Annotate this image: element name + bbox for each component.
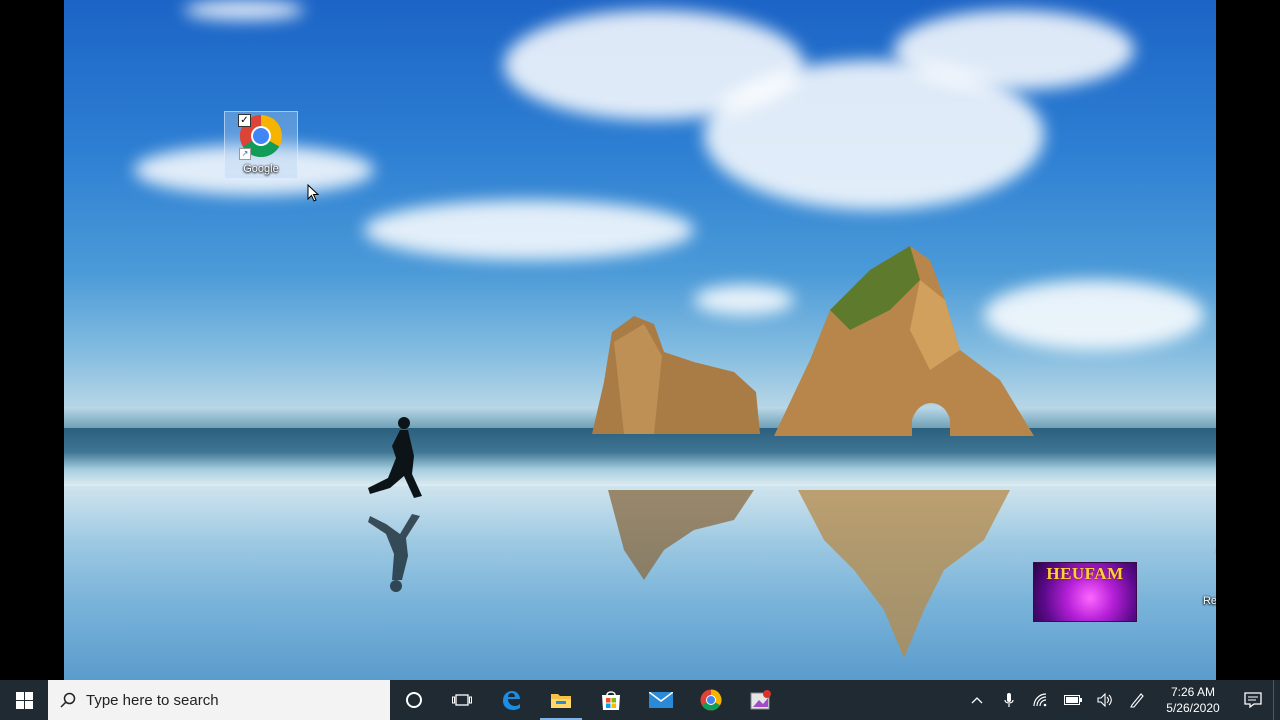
cloud bbox=[364, 200, 694, 260]
taskbar-mail[interactable] bbox=[636, 680, 686, 720]
action-center-button[interactable] bbox=[1233, 680, 1273, 720]
volume-icon bbox=[1097, 693, 1112, 707]
desktop-icon-google[interactable]: ✓ ↗ Google bbox=[224, 111, 298, 179]
show-desktop-button[interactable] bbox=[1273, 680, 1280, 720]
search-icon bbox=[60, 692, 76, 708]
microphone-button[interactable] bbox=[993, 680, 1025, 720]
microsoft-store-icon bbox=[602, 691, 620, 710]
app-icon bbox=[750, 690, 771, 710]
taskbar-edge[interactable] bbox=[486, 680, 536, 720]
letterbox-left bbox=[0, 0, 64, 680]
cortana-icon bbox=[406, 692, 422, 708]
cortana-button[interactable] bbox=[390, 680, 438, 720]
taskbar-app[interactable] bbox=[736, 680, 786, 720]
heufam-logo: HEUFAM bbox=[1033, 562, 1137, 622]
shortcut-arrow-icon: ↗ bbox=[239, 148, 251, 160]
taskbar-chrome[interactable] bbox=[686, 680, 736, 720]
clock-date: 5/26/2020 bbox=[1166, 701, 1220, 715]
windows-logo-icon bbox=[15, 691, 33, 709]
start-button[interactable] bbox=[0, 680, 48, 720]
clock[interactable]: 7:26 AM 5/26/2020 bbox=[1153, 684, 1233, 716]
mouse-cursor-icon bbox=[307, 184, 319, 202]
network-button[interactable] bbox=[1025, 680, 1057, 720]
pen-icon bbox=[1130, 693, 1144, 708]
taskbar-microsoft-store[interactable] bbox=[586, 680, 636, 720]
small-rock bbox=[592, 316, 760, 434]
edge-icon bbox=[503, 691, 520, 710]
taskbar: Type here to search 7:26 AM 5/26/2020 bbox=[0, 680, 1280, 720]
letterbox-right bbox=[1216, 0, 1280, 680]
volume-button[interactable] bbox=[1089, 680, 1121, 720]
file-explorer-icon bbox=[551, 694, 571, 708]
battery-icon bbox=[1064, 695, 1082, 705]
system-tray: 7:26 AM 5/26/2020 bbox=[961, 680, 1280, 720]
desktop-icon-label: Google bbox=[243, 163, 279, 175]
arch-rock-reflection bbox=[798, 490, 1010, 658]
arch-rock bbox=[774, 246, 1034, 436]
sea bbox=[64, 428, 1216, 488]
show-hidden-icons-button[interactable] bbox=[961, 680, 993, 720]
desktop-icon-recycle-bin[interactable]: Recycle Bin bbox=[1196, 546, 1216, 607]
search-placeholder: Type here to search bbox=[86, 691, 219, 709]
mail-icon bbox=[649, 692, 673, 708]
battery-button[interactable] bbox=[1057, 680, 1089, 720]
task-view-icon bbox=[452, 694, 472, 706]
clock-time: 7:26 AM bbox=[1170, 685, 1216, 699]
chrome-icon bbox=[700, 689, 722, 711]
checkbox-icon[interactable]: ✓ bbox=[238, 114, 251, 127]
notification-icon bbox=[1244, 692, 1262, 708]
runner-silhouette bbox=[368, 417, 422, 592]
taskbar-file-explorer[interactable] bbox=[536, 680, 586, 720]
task-view-button[interactable] bbox=[438, 680, 486, 720]
watermark-text: HEUFAM bbox=[1046, 564, 1124, 583]
wifi-icon bbox=[1033, 693, 1047, 707]
small-rock-reflection bbox=[608, 490, 754, 580]
recycle-bin-icon bbox=[1215, 548, 1216, 554]
chevron-up-icon bbox=[971, 697, 983, 704]
cloud bbox=[184, 0, 304, 20]
search-box[interactable]: Type here to search bbox=[48, 680, 390, 720]
desktop[interactable]: ✓ ↗ Google Recycle Bin HEUFAM bbox=[64, 0, 1216, 680]
cloud bbox=[894, 10, 1134, 90]
microphone-icon bbox=[1004, 693, 1014, 707]
desktop-icon-label: Recycle Bin bbox=[1202, 595, 1216, 607]
pen-workspace-button[interactable] bbox=[1121, 680, 1153, 720]
